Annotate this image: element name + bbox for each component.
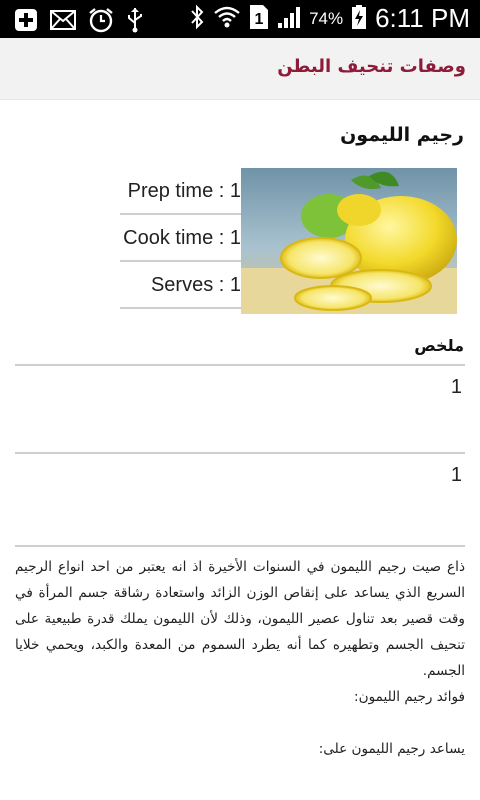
alarm-icon (88, 7, 114, 37)
divider (15, 452, 465, 454)
notification-icons (14, 7, 144, 37)
add-icon (14, 8, 38, 36)
bluetooth-icon (189, 4, 205, 34)
wifi-icon (213, 5, 241, 33)
recipe-description: ذاع صيت رجيم الليمون في السنوات الأخيرة … (15, 554, 465, 762)
summary-label: ملخص (414, 336, 464, 355)
svg-text:1: 1 (255, 11, 264, 28)
prep-time: Prep time : 1 (120, 168, 241, 215)
cook-time: Cook time : 1 (120, 215, 241, 262)
signal-icon (277, 5, 301, 33)
recipe-title: رجيم الليمون (340, 124, 464, 146)
sim-icon: 1 (249, 4, 269, 34)
helps-heading: يساعد رجيم الليمون على: (318, 741, 465, 757)
summary-item: 1 (450, 376, 462, 398)
action-bar: وصفات تنحيف البطن (0, 38, 480, 100)
recipe-detail[interactable]: رجيم الليمون Prep time : 1 Cook time : 1… (0, 100, 480, 800)
battery-charging-icon (351, 4, 367, 34)
recipe-meta: Prep time : 1 Cook time : 1 Serves : 1 (120, 168, 241, 309)
system-icons: 1 74% 6:11 PM (189, 3, 470, 34)
battery-percent: 74% (309, 8, 344, 28)
clock: 6:11 PM (375, 3, 470, 33)
lemons-image (241, 168, 457, 314)
divider (15, 364, 465, 366)
description-paragraph: ذاع صيت رجيم الليمون في السنوات الأخيرة … (15, 559, 465, 679)
mail-icon (50, 10, 76, 34)
benefits-heading: فوائد رجيم الليمون: (354, 689, 465, 705)
status-bar: 1 74% 6:11 PM (0, 0, 480, 38)
summary-item: 1 (450, 464, 462, 486)
usb-icon (126, 7, 144, 37)
divider (15, 545, 465, 547)
app-title: وصفات تنحيف البطن (277, 56, 466, 77)
serves: Serves : 1 (120, 262, 241, 309)
